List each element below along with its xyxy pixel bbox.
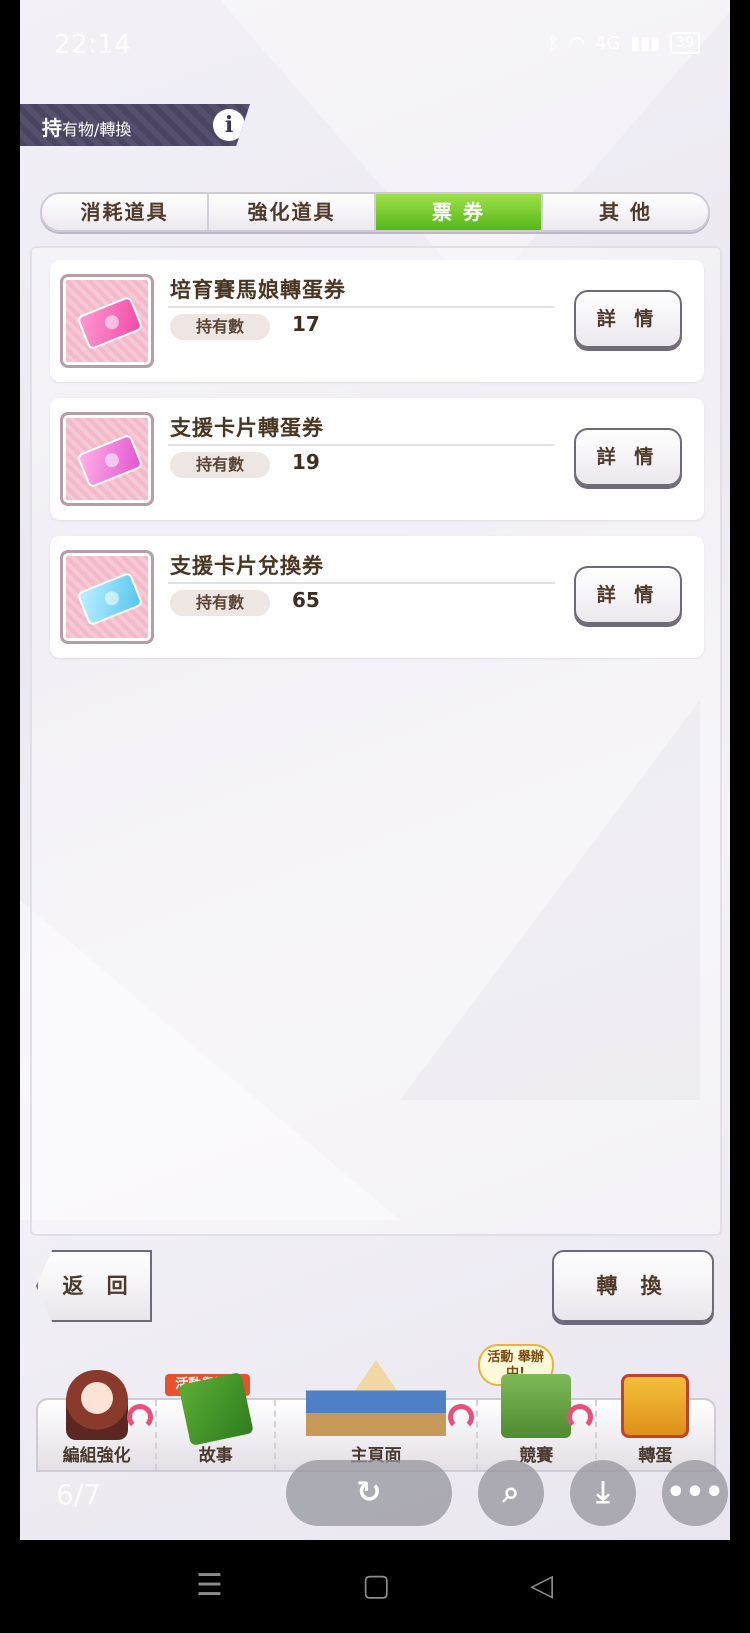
horseshoe-icon [447, 1404, 474, 1430]
convert-button[interactable]: 轉 換 [552, 1250, 714, 1322]
menu-icon[interactable]: ☰ [196, 1568, 223, 1603]
category-tabs: 消耗道具 強化道具 票 券 其 他 [40, 192, 710, 232]
page-title-rest: 有物/轉換 [62, 120, 132, 139]
download-icon: ⤓ [596, 1475, 610, 1510]
blue-ticket-icon [60, 550, 154, 644]
back-button[interactable]: 返 回 [36, 1250, 152, 1322]
rotate-icon: ↻ [356, 1475, 382, 1510]
detail-button[interactable]: 詳 情 [574, 566, 682, 624]
gate-icon [501, 1374, 572, 1438]
page-indicator: 6/7 [56, 1478, 102, 1511]
book-icon [178, 1372, 254, 1446]
horseshoe-icon [566, 1404, 593, 1430]
system-nav-bar: ☰ ▢ ◁ [0, 1540, 750, 1633]
count-label: 持有數 [170, 452, 270, 478]
count-value: 17 [292, 312, 320, 336]
search-icon: ⌕ [502, 1475, 520, 1510]
divider [168, 444, 555, 446]
status-icons: ᛒ ◠ 4G ▮▮▮ 39 [549, 32, 700, 54]
battery-icon: 39 [670, 32, 700, 54]
detail-button[interactable]: 詳 情 [574, 428, 682, 486]
nav-label: 競賽 [519, 1446, 554, 1466]
item-name: 培育賽馬娘轉蛋券 [170, 278, 346, 302]
divider [168, 582, 555, 584]
divider [168, 306, 555, 308]
nav-item-team[interactable]: 編組強化 [38, 1370, 158, 1470]
list-item: 支援卡片轉蛋券 持有數 19 詳 情 [50, 398, 704, 520]
wifi-icon: ◠ [569, 32, 586, 54]
count-label: 持有數 [170, 590, 270, 616]
horseshoe-icon [127, 1404, 154, 1430]
item-name: 支援卡片轉蛋券 [170, 416, 324, 440]
building-icon [305, 1360, 446, 1436]
character-icon [65, 1370, 128, 1440]
item-name: 支援卡片兌換券 [170, 554, 324, 578]
nav-label: 編組強化 [62, 1446, 131, 1466]
status-time: 22:14 [54, 30, 132, 60]
page-title-main: 持 [42, 116, 62, 140]
lens-button[interactable]: ⌕ [478, 1460, 544, 1526]
home-icon[interactable]: ▢ [362, 1568, 390, 1603]
more-icon: ••• [666, 1475, 724, 1510]
item-list-panel [30, 246, 722, 1236]
rotate-button[interactable]: ↻ [286, 1460, 452, 1526]
tab-enhancement[interactable]: 強化道具 [209, 194, 376, 230]
tab-consumables[interactable]: 消耗道具 [42, 194, 209, 230]
ticket-graphic [76, 433, 144, 489]
count-value: 19 [292, 450, 320, 474]
network-label: 4G [595, 32, 621, 54]
page-title: 持有物/轉換 [42, 112, 131, 141]
signal-icon: ▮▮▮ [630, 32, 661, 54]
more-button[interactable]: ••• [662, 1460, 728, 1526]
count-value: 65 [292, 588, 320, 612]
magenta-ticket-icon [60, 412, 154, 506]
back-icon[interactable]: ◁ [530, 1568, 553, 1603]
nav-label: 故事 [198, 1446, 233, 1466]
tab-tickets[interactable]: 票 券 [376, 194, 543, 230]
list-item: 支援卡片兌換券 持有數 65 詳 情 [50, 536, 704, 658]
list-item: 培育賽馬娘轉蛋券 持有數 17 詳 情 [50, 260, 704, 382]
status-bar: 22:14 ᛒ ◠ 4G ▮▮▮ 39 [20, 0, 730, 80]
ticket-graphic [76, 571, 144, 627]
count-label: 持有數 [170, 314, 270, 340]
ticket-graphic [76, 295, 144, 351]
tab-other[interactable]: 其 他 [543, 194, 708, 230]
download-button[interactable]: ⤓ [570, 1460, 636, 1526]
nav-item-story[interactable]: 活動舉辦中 故事 [157, 1372, 277, 1470]
bluetooth-icon: ᛒ [548, 32, 560, 54]
nav-item-race[interactable]: 活動 舉辦中! 競賽 [477, 1344, 597, 1470]
page-header: 持有物/轉換 i [20, 104, 250, 146]
pink-ticket-icon [60, 274, 154, 368]
app-screen: 22:14 ᛒ ◠ 4G ▮▮▮ 39 持有物/轉換 i 消耗道具 強化道具 票… [20, 0, 730, 1540]
gacha-icon [621, 1374, 690, 1438]
detail-button[interactable]: 詳 情 [574, 290, 682, 348]
